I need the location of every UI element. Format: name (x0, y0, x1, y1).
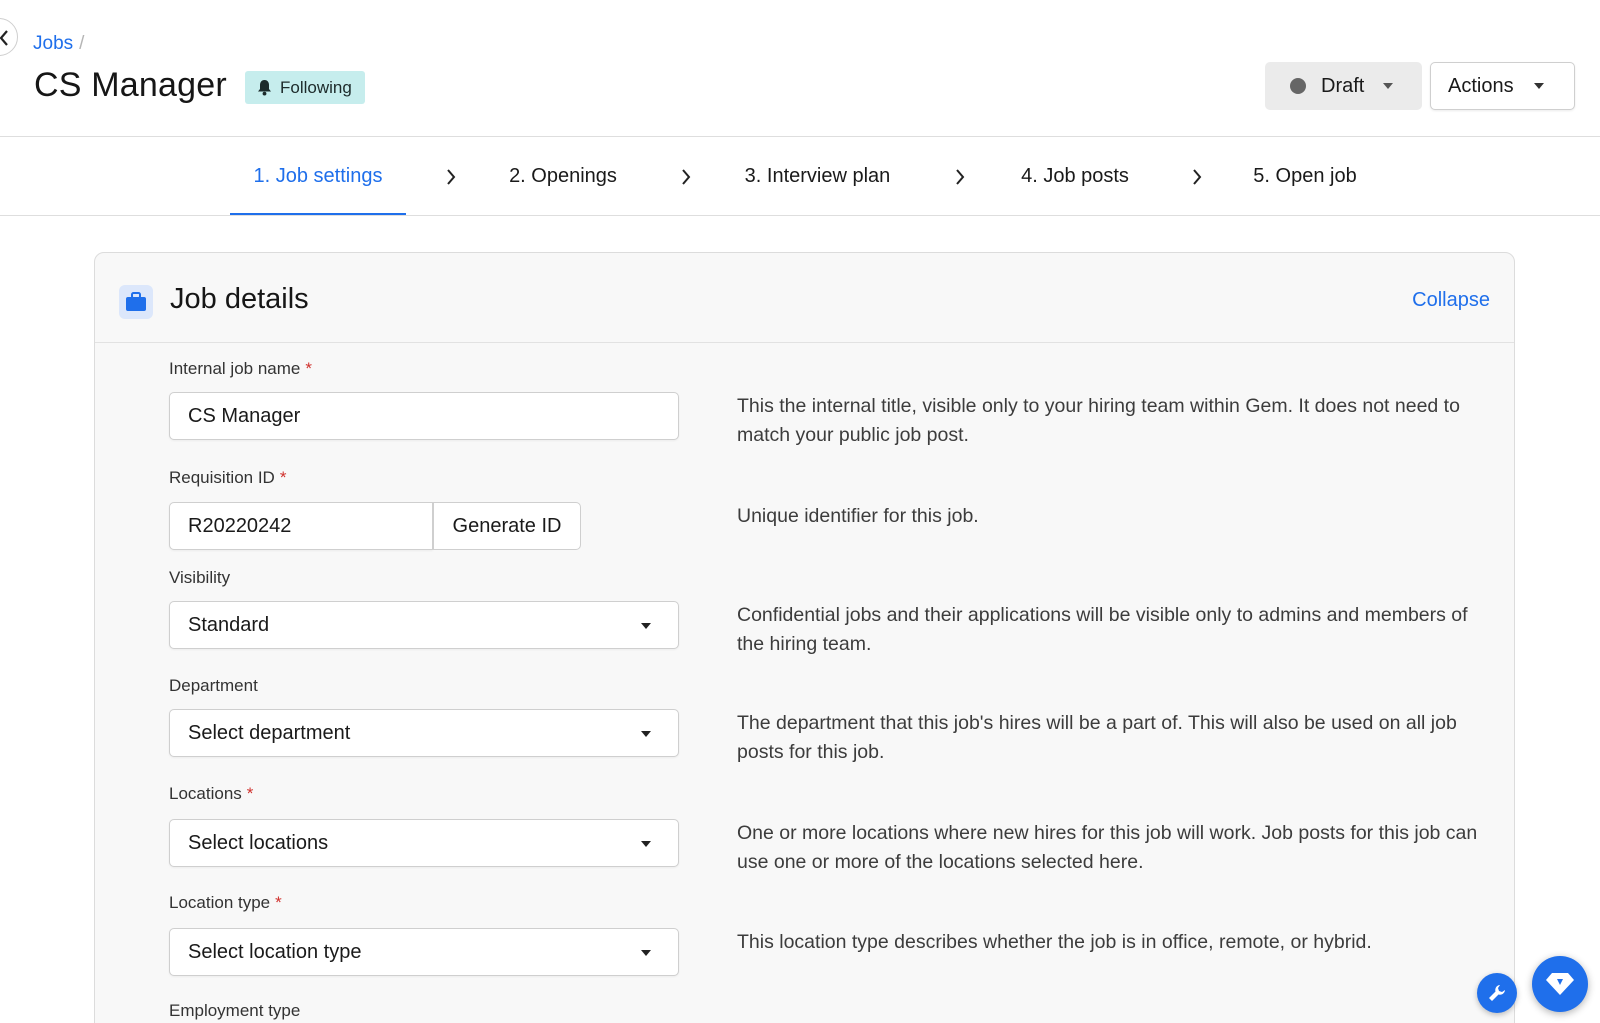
visibility-label-text: Visibility (169, 568, 231, 587)
back-button[interactable] (0, 18, 18, 56)
locations-select[interactable]: Select locations (169, 819, 679, 867)
locations-label: Locations * (169, 784, 253, 804)
internal-job-name-label-text: Internal job name (169, 359, 301, 378)
card-header: Job details Collapse (95, 253, 1514, 343)
following-label: Following (280, 77, 352, 97)
location-type-value: Select location type (188, 940, 362, 963)
page-title: CS Manager (34, 66, 227, 104)
breadcrumb-jobs-link[interactable]: Jobs (33, 33, 73, 55)
caret-down-icon (1383, 83, 1394, 89)
visibility-help: Confidential jobs and their applications… (737, 604, 1468, 655)
wrench-icon (1489, 985, 1505, 1001)
step-openings[interactable]: 2. Openings (493, 137, 633, 216)
requisition-id-input[interactable]: R20220242 (169, 502, 433, 550)
caret-down-icon (1533, 83, 1544, 89)
steps-divider (0, 215, 1600, 216)
bell-icon (258, 80, 271, 96)
status-label: Draft (1321, 74, 1365, 97)
following-badge[interactable]: Following (245, 71, 365, 104)
caret-down-icon (641, 841, 651, 847)
department-label: Department (169, 676, 258, 696)
gem-assistant-button[interactable] (1532, 956, 1588, 1012)
employment-type-label: Employment type (169, 1001, 300, 1021)
department-help: The department that this job's hires wil… (737, 712, 1457, 763)
caret-down-icon (641, 731, 651, 737)
status-dropdown[interactable]: Draft (1265, 62, 1422, 110)
requisition-id-label: Requisition ID * (169, 468, 286, 488)
department-value: Select department (188, 721, 351, 744)
location-type-label-text: Location type (169, 893, 271, 912)
gem-icon (1546, 973, 1574, 995)
visibility-select[interactable]: Standard (169, 601, 679, 649)
locations-value: Select locations (188, 831, 329, 854)
back-icon (0, 30, 8, 46)
collapse-link[interactable]: Collapse (1412, 289, 1490, 312)
required-mark: * (279, 468, 287, 487)
tools-fab-button[interactable] (1477, 973, 1517, 1013)
location-type-help: This location type describes whether the… (737, 931, 1372, 953)
department-label-text: Department (169, 676, 258, 695)
step-interview-plan[interactable]: 3. Interview plan (725, 137, 910, 216)
caret-down-icon (641, 950, 651, 956)
actions-label: Actions (1448, 74, 1514, 97)
caret-down-icon (641, 623, 651, 629)
visibility-value: Standard (188, 613, 270, 636)
requisition-id-help: Unique identifier for this job. (737, 505, 979, 527)
locations-help: One or more locations where new hires fo… (737, 822, 1478, 873)
chevron-right-icon (1193, 169, 1202, 185)
card-title: Job details (170, 283, 309, 315)
required-mark: * (275, 893, 282, 912)
job-setup-steps: 1. Job settings 2. Openings 3. Interview… (0, 137, 1600, 216)
actions-dropdown[interactable]: Actions (1430, 62, 1575, 110)
internal-job-name-help: This the internal title, visible only to… (737, 395, 1460, 446)
location-type-select[interactable]: Select location type (169, 928, 679, 976)
status-dot (1290, 78, 1306, 94)
department-select[interactable]: Select department (169, 709, 679, 757)
required-mark: * (305, 359, 312, 378)
chevron-right-icon (447, 169, 456, 185)
job-details-card: Job details Collapse Internal job name * … (94, 252, 1515, 1023)
breadcrumb: Jobs / (33, 33, 84, 55)
chevron-right-icon (956, 169, 965, 185)
visibility-label: Visibility (169, 568, 230, 588)
step-job-settings[interactable]: 1. Job settings (230, 137, 406, 216)
breadcrumb-separator: / (79, 33, 85, 54)
employment-type-label-text: Employment type (169, 1001, 301, 1020)
internal-job-name-label: Internal job name * (169, 359, 312, 379)
generate-id-button[interactable]: Generate ID (433, 502, 581, 550)
chevron-right-icon (682, 169, 691, 185)
required-mark: * (246, 784, 254, 803)
briefcase-icon (119, 285, 153, 319)
internal-job-name-input[interactable]: CS Manager (169, 392, 679, 440)
step-open-job[interactable]: 5. Open job (1240, 137, 1370, 216)
step-job-posts[interactable]: 4. Job posts (1005, 137, 1145, 216)
requisition-id-label-text: Requisition ID (169, 468, 275, 487)
location-type-label: Location type * (169, 893, 282, 913)
locations-label-text: Locations (169, 784, 242, 803)
